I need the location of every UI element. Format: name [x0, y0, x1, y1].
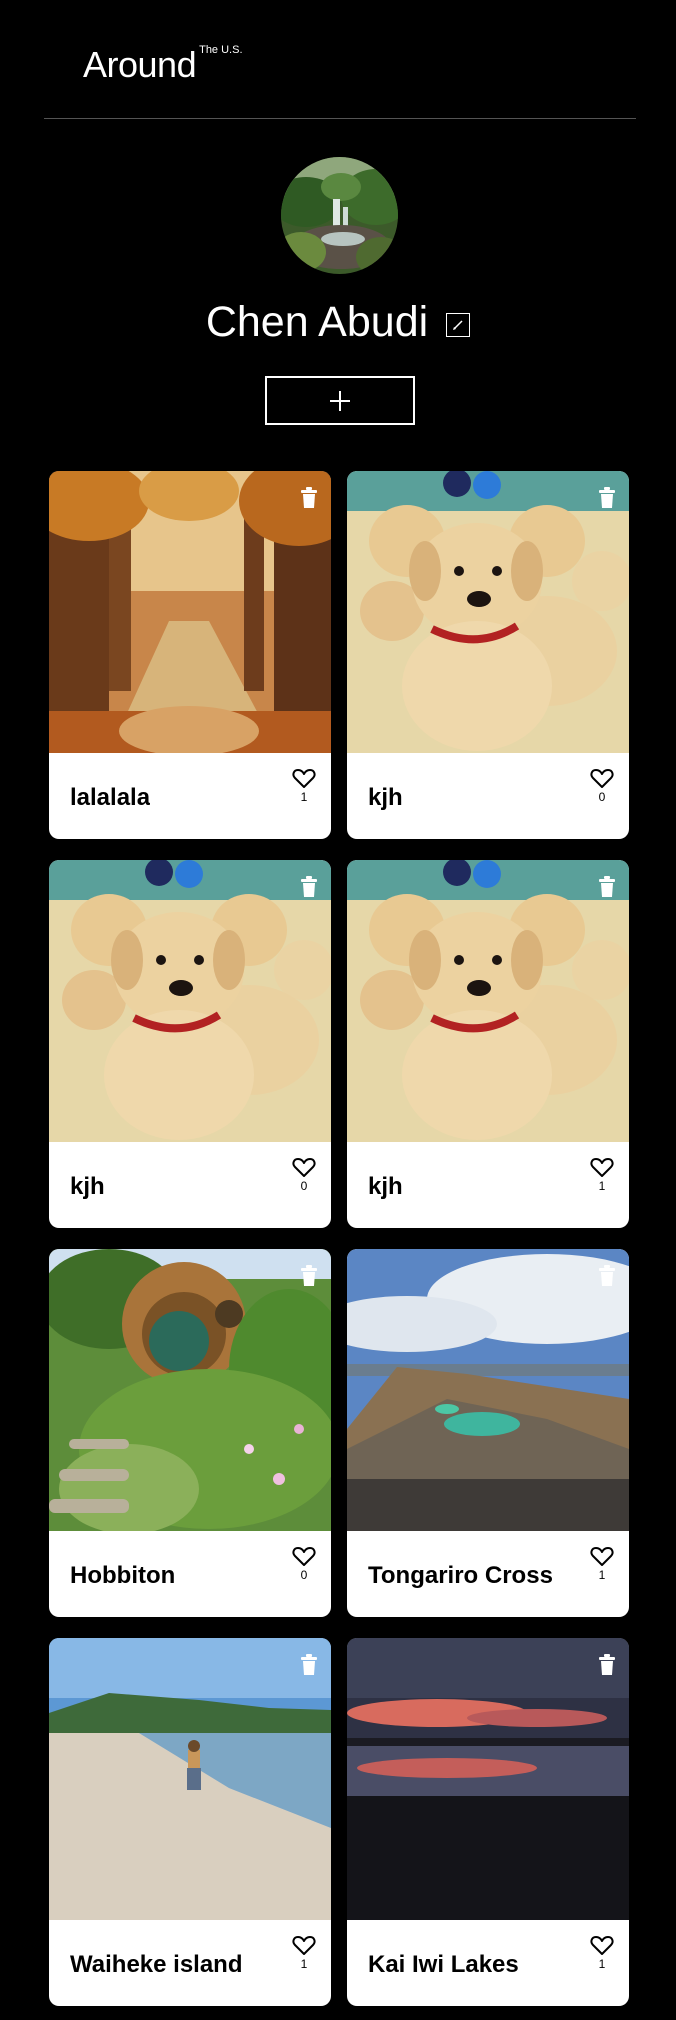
like-group: 1 — [291, 1934, 317, 1971]
trash-icon[interactable] — [299, 876, 319, 898]
place-card: Kai Iwi Lakes 1 — [347, 1638, 629, 2006]
card-photo-sunset-lake — [347, 1638, 629, 1920]
logo: Around The U.S. — [83, 44, 243, 86]
logo-text: Around — [83, 44, 197, 85]
trash-icon[interactable] — [597, 487, 617, 509]
card-title: Waiheke island — [70, 1951, 243, 1978]
heart-icon[interactable] — [590, 1934, 614, 1956]
card-photo-autumn-forest-path — [49, 471, 331, 753]
heart-icon[interactable] — [292, 767, 316, 789]
heart-icon[interactable] — [590, 1545, 614, 1567]
profile-name: Chen Abudi — [205, 298, 429, 346]
place-card: kjh 0 — [49, 860, 331, 1228]
header: Around The U.S. — [44, 0, 636, 119]
place-card: Waiheke island 1 — [49, 1638, 331, 2006]
like-group: 1 — [589, 1545, 615, 1582]
like-group: 1 — [589, 1156, 615, 1193]
trash-icon[interactable] — [299, 487, 319, 509]
card-image[interactable] — [347, 471, 629, 753]
add-place-button[interactable] — [265, 376, 415, 425]
card-title: lalalala — [70, 784, 151, 811]
card-photo-volcanic-lakes — [347, 1249, 629, 1531]
like-count: 1 — [598, 1568, 606, 1582]
heart-icon[interactable] — [292, 1545, 316, 1567]
card-title: kjh — [70, 1173, 105, 1200]
heart-icon[interactable] — [292, 1934, 316, 1956]
heart-icon[interactable] — [590, 767, 614, 789]
card-photo-hobbit-hole — [49, 1249, 331, 1531]
card-image[interactable] — [347, 1249, 629, 1531]
like-group: 1 — [589, 1934, 615, 1971]
logo-superscript: The U.S. — [199, 44, 243, 56]
card-photo-puppies — [347, 471, 629, 753]
like-count: 1 — [598, 1957, 606, 1971]
place-card: lalalala 1 — [49, 471, 331, 839]
like-count: 1 — [300, 1957, 308, 1971]
card-image[interactable] — [347, 1638, 629, 1920]
trash-icon[interactable] — [299, 1265, 319, 1287]
card-image[interactable] — [49, 471, 331, 753]
card-photo-puppies — [49, 860, 331, 1142]
like-count: 0 — [300, 1179, 308, 1193]
trash-icon[interactable] — [299, 1654, 319, 1676]
plus-icon — [330, 390, 350, 411]
avatar[interactable] — [281, 157, 398, 274]
heart-icon[interactable] — [590, 1156, 614, 1178]
profile-name-row: Chen Abudi — [0, 296, 676, 348]
trash-icon[interactable] — [597, 1265, 617, 1287]
card-image[interactable] — [49, 1249, 331, 1531]
card-photo-puppies — [347, 860, 629, 1142]
pencil-icon — [453, 320, 463, 330]
card-title: kjh — [368, 784, 403, 811]
like-group: 0 — [291, 1545, 317, 1582]
like-group: 0 — [291, 1156, 317, 1193]
card-title: Kai Iwi Lakes — [368, 1951, 519, 1978]
trash-icon[interactable] — [597, 876, 617, 898]
card-image[interactable] — [49, 1638, 331, 1920]
place-card: kjh 0 — [347, 471, 629, 839]
place-card: Hobbiton 0 — [49, 1249, 331, 1617]
card-title: Tongariro Cross — [368, 1562, 553, 1589]
like-group: 0 — [589, 767, 615, 804]
like-count: 0 — [300, 1568, 308, 1582]
place-card: Tongariro Cross 1 — [347, 1249, 629, 1617]
like-count: 1 — [598, 1179, 606, 1193]
place-card: kjh 1 — [347, 860, 629, 1228]
card-title: Hobbiton — [70, 1562, 176, 1589]
card-image[interactable] — [347, 860, 629, 1142]
like-count: 0 — [598, 790, 606, 804]
edit-profile-button[interactable] — [446, 313, 471, 337]
heart-icon[interactable] — [292, 1156, 316, 1178]
trash-icon[interactable] — [597, 1654, 617, 1676]
avatar-waterfall-image — [281, 157, 398, 274]
card-photo-beach — [49, 1638, 331, 1920]
card-title: kjh — [368, 1173, 403, 1200]
card-image[interactable] — [49, 860, 331, 1142]
like-count: 1 — [300, 790, 308, 804]
like-group: 1 — [291, 767, 317, 804]
